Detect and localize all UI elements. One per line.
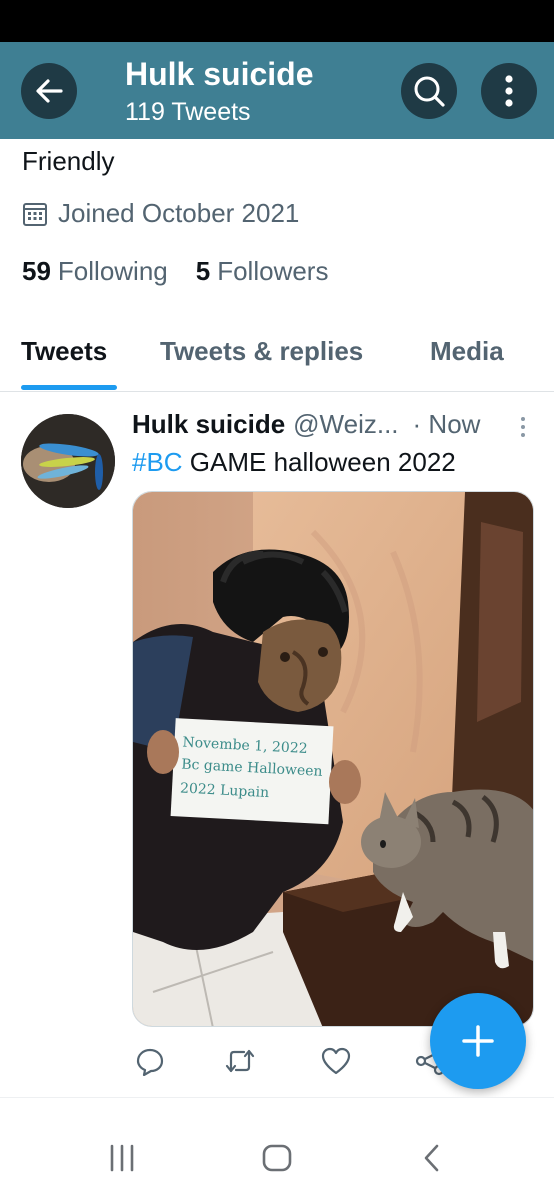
profile-tabs: Tweets Tweets & replies Media — [0, 312, 554, 392]
system-nav-bar — [0, 1097, 554, 1200]
profile-bio: Friendly — [22, 146, 115, 176]
tweet-more-button[interactable] — [520, 414, 526, 445]
tab-tweets[interactable]: Tweets — [21, 336, 107, 367]
calendar-icon — [23, 202, 47, 226]
back-button[interactable] — [21, 63, 77, 119]
recents-button[interactable] — [102, 1138, 142, 1178]
retweet-button[interactable] — [222, 1043, 258, 1079]
recents-icon — [110, 1144, 134, 1172]
avatar[interactable] — [21, 414, 115, 508]
status-bar — [0, 0, 554, 42]
followers-count: 5 — [195, 256, 211, 286]
tweet-hashtag[interactable]: #BC — [132, 447, 183, 477]
tweet-header: Hulk suicide @Weiz... · Now — [132, 409, 542, 440]
followers-link[interactable]: 5 Followers — [196, 256, 329, 287]
profile-name-title: Hulk suicide — [125, 56, 314, 92]
follow-stats: 59 Following 5 Followers — [22, 256, 328, 287]
home-icon — [262, 1144, 292, 1172]
heart-icon — [321, 1047, 351, 1075]
like-button[interactable] — [318, 1043, 354, 1079]
followers-label: Followers — [217, 256, 329, 286]
system-back-button[interactable] — [412, 1138, 452, 1178]
following-count: 59 — [22, 256, 51, 286]
tweet-body: GAME halloween 2022 — [182, 447, 456, 477]
reply-icon — [136, 1048, 164, 1076]
tweet-author-handle[interactable]: @Weiz... — [293, 409, 398, 440]
home-button[interactable] — [257, 1138, 297, 1178]
tweet-photo[interactable]: Novembe 1, 2022 Bc game Halloween 2022 L… — [132, 491, 534, 1027]
following-label: Following — [57, 256, 168, 286]
search-button[interactable] — [401, 63, 457, 119]
more-options-button[interactable] — [481, 63, 537, 119]
more-vertical-icon — [521, 417, 525, 437]
plus-icon — [462, 1025, 494, 1057]
tweet-author-name[interactable]: Hulk suicide — [132, 409, 285, 440]
tweet-timestamp: · Now — [412, 409, 481, 439]
following-link[interactable]: 59 Following — [22, 256, 168, 287]
back-chevron-icon — [424, 1144, 439, 1172]
tab-tweets-and-replies[interactable]: Tweets & replies — [160, 336, 363, 367]
profile-header: Hulk suicide 119 Tweets — [0, 42, 554, 139]
compose-tweet-button[interactable] — [430, 993, 526, 1089]
search-icon — [414, 76, 445, 107]
more-vertical-icon — [505, 75, 513, 107]
arrow-left-icon — [36, 79, 63, 103]
joined-date: Joined October 2021 — [22, 198, 299, 229]
tweet-text: #BC GAME halloween 2022 — [132, 447, 456, 478]
tweet-actions — [132, 1043, 462, 1079]
tweet-count: 119 Tweets — [125, 98, 251, 126]
tab-media[interactable]: Media — [430, 336, 504, 367]
active-tab-indicator — [21, 385, 117, 390]
reply-button[interactable] — [132, 1043, 168, 1079]
joined-text: Joined October 2021 — [58, 198, 300, 228]
retweet-icon — [225, 1049, 255, 1073]
